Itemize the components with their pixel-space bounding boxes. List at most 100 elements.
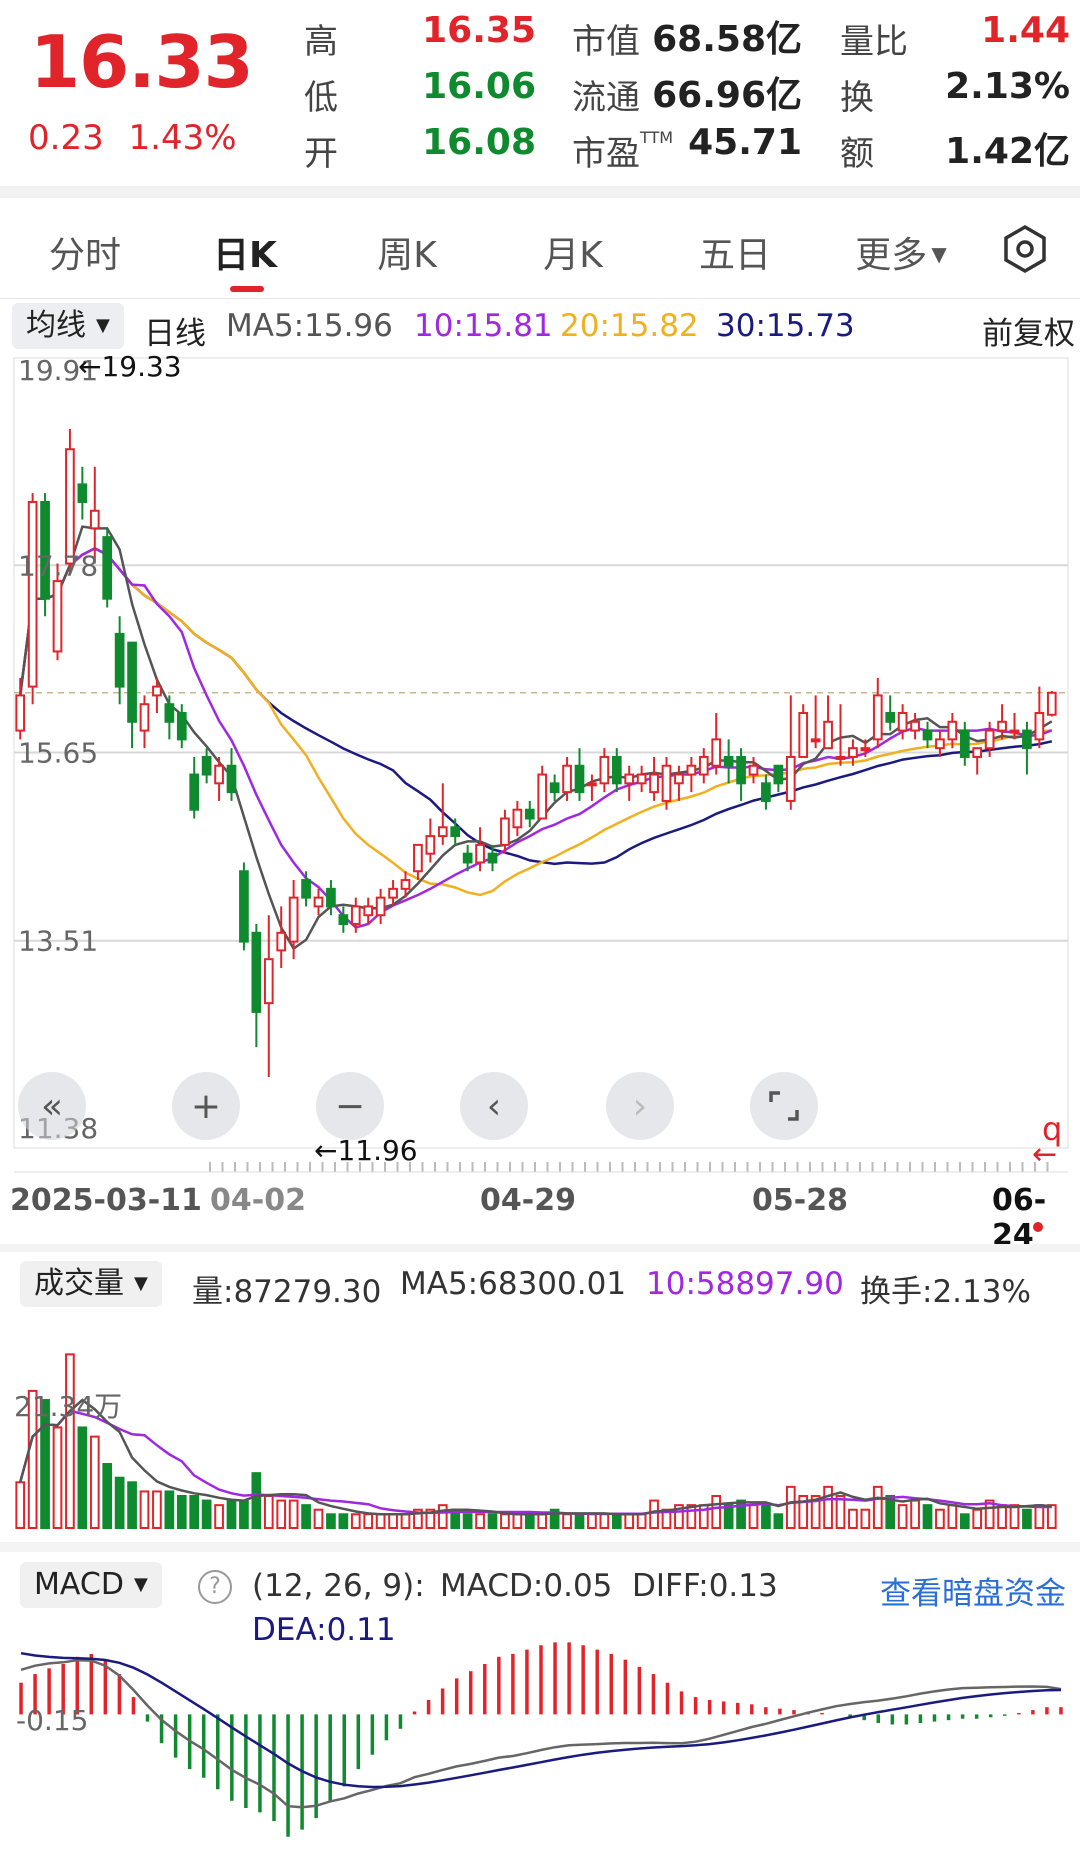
indicator-dropdown[interactable]: 均线 ▼: [12, 303, 124, 349]
active-tab-indicator: [230, 286, 264, 292]
y-axis-label: 15.65: [18, 737, 98, 770]
candle-down: [885, 711, 896, 723]
volume-ma10-line: [18, 1409, 1052, 1516]
mktcap-label: 市值: [572, 22, 640, 62]
volume-ma-lines: [18, 1398, 1052, 1516]
tab-weekly-k[interactable]: 周K: [362, 226, 452, 278]
candle-down: [127, 641, 137, 723]
candle-down: [524, 808, 535, 820]
volratio-label: 量比: [840, 22, 908, 62]
volume-bar-up: [263, 1495, 274, 1529]
volume-bar-up: [897, 1504, 908, 1530]
volume-bar-down: [922, 1504, 933, 1530]
prev-icon[interactable]: ‹: [460, 1072, 528, 1140]
candle-down: [201, 755, 212, 776]
candle-up: [288, 896, 299, 943]
volume-dropdown[interactable]: 成交量 ▼: [20, 1261, 162, 1307]
adjust-mode[interactable]: 前复权: [982, 308, 1075, 353]
volume-bar-up: [785, 1485, 796, 1529]
open-label: 开: [304, 134, 338, 174]
volume-bar-up: [313, 1508, 324, 1530]
candle-up: [350, 905, 361, 926]
open-value: 16.08: [422, 122, 536, 163]
quote-header: 16.33 0.23 1.43% 高 低 开 16.35 16.06 16.08…: [0, 0, 1080, 185]
candle-up: [599, 755, 610, 785]
candle-up: [413, 843, 423, 873]
candlestick-chart[interactable]: 19.9117.7815.6513.5111.38 ←19.33 ←11.96 …: [0, 352, 1080, 1252]
volume-bar-up: [599, 1513, 610, 1529]
date-label-3: 04-29: [480, 1183, 576, 1218]
zoom-out-icon[interactable]: −: [316, 1072, 384, 1140]
volume-bar-up: [388, 1513, 398, 1529]
candle-up: [400, 879, 411, 890]
candle-down: [301, 879, 311, 899]
tab-daily-k[interactable]: 日K: [200, 226, 290, 278]
candle-up: [388, 887, 398, 899]
low-label: 低: [304, 78, 338, 118]
candle-up: [823, 720, 833, 750]
ma10-value: 10:15.81: [414, 308, 553, 344]
volume-bar-up: [562, 1513, 572, 1529]
candle-up: [475, 843, 485, 864]
candle-down: [773, 764, 784, 785]
volume-bar-up: [65, 1353, 75, 1529]
volume-bar-down: [164, 1490, 175, 1529]
candle-down: [922, 729, 933, 741]
volume-bar-down: [574, 1513, 585, 1529]
next-icon[interactable]: ›: [606, 1072, 674, 1140]
candle-up: [872, 694, 883, 741]
zoom-in-icon[interactable]: +: [172, 1072, 240, 1140]
low-value: 16.06: [422, 66, 536, 107]
change-value: 0.23: [28, 118, 104, 158]
volume-bar-down: [326, 1513, 336, 1529]
candle-up: [15, 694, 26, 732]
fullscreen-icon[interactable]: [750, 1072, 818, 1140]
volume-ma10: 10:58897.90: [646, 1266, 844, 1302]
volume-bar-down: [226, 1499, 237, 1530]
volume-bar-up: [500, 1513, 510, 1529]
macd-dropdown[interactable]: MACD ▼: [20, 1562, 162, 1608]
macd-params: (12, 26, 9):: [252, 1568, 425, 1604]
candle-down: [761, 782, 771, 802]
volume-bar-up: [636, 1513, 647, 1529]
volume-bar-down: [189, 1495, 200, 1529]
volume-chart[interactable]: 21.34万: [0, 1306, 1080, 1534]
help-icon[interactable]: ?: [198, 1570, 232, 1604]
candle-up: [263, 958, 274, 1005]
volume-ma5: MA5:68300.01: [400, 1266, 627, 1302]
volume-bar-down: [301, 1504, 311, 1530]
x-axis-ticks: [14, 1162, 1068, 1173]
tab-more[interactable]: 更多 ▼: [846, 226, 956, 278]
ma30-line: [18, 546, 1053, 866]
volume-bar-up: [1046, 1504, 1057, 1530]
candle-up: [1034, 711, 1045, 741]
section-divider: [0, 1244, 1080, 1252]
candle-down: [326, 887, 336, 908]
hexagon-settings-icon[interactable]: [998, 222, 1052, 276]
volume-bar-up: [748, 1504, 759, 1530]
candle-down: [239, 870, 249, 943]
macd-chart[interactable]: -0.15: [0, 1608, 1080, 1854]
high-label: 高: [304, 22, 338, 62]
tab-monthly-k[interactable]: 月K: [528, 226, 618, 278]
volume-bar-up: [375, 1513, 386, 1529]
caret-down-icon: ▼: [931, 242, 947, 266]
double-left-icon[interactable]: «: [18, 1072, 86, 1140]
y-axis-labels: 19.9117.7815.6513.5111.38: [18, 354, 98, 1145]
period-label: 日线: [144, 316, 206, 352]
tab-intraday[interactable]: 分时: [40, 226, 130, 278]
volume-bar-down: [487, 1513, 498, 1529]
volume-bar-up: [363, 1513, 374, 1529]
candle-up: [674, 773, 684, 785]
volume-bar-down: [524, 1513, 535, 1529]
current-date-dot: [1033, 1222, 1043, 1232]
volume-bar-up: [139, 1490, 150, 1529]
candle-up: [1009, 729, 1020, 734]
tab-five-day[interactable]: 五日: [690, 226, 780, 278]
candle-up: [711, 738, 722, 767]
volume-bar-up: [649, 1499, 659, 1530]
candle-down: [102, 536, 113, 600]
dark-pool-link[interactable]: 查看暗盘资金: [880, 1568, 1066, 1613]
date-label-2: 04-02: [210, 1183, 306, 1218]
candle-down: [114, 632, 125, 688]
